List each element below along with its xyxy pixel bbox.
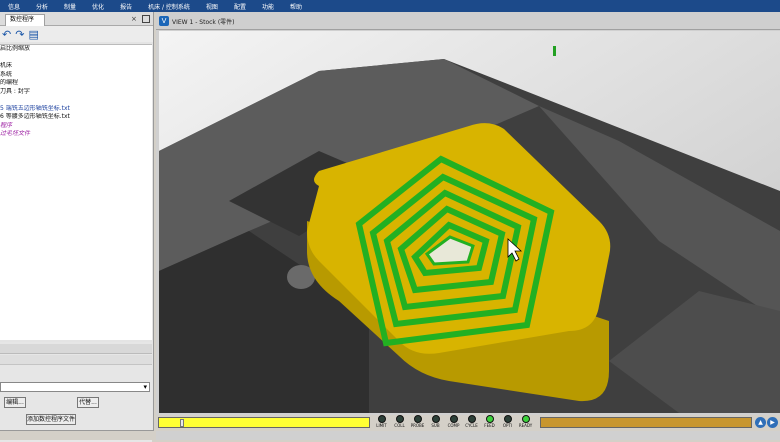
edit-button[interactable]: 编辑...	[4, 397, 26, 408]
rewind-icon[interactable]: ▲	[755, 417, 766, 428]
tree-item-program[interactable]: 程序	[0, 122, 152, 131]
tree-item[interactable]: 机床	[0, 62, 152, 71]
tab-nc-program[interactable]: 数控程序	[5, 14, 45, 26]
chevron-down-icon[interactable]: ▾	[143, 384, 147, 391]
led-feed: FEED	[482, 415, 497, 429]
tree-item[interactable]: 系统	[0, 71, 152, 80]
menu-item-help[interactable]: 帮助	[282, 2, 310, 11]
property-row	[0, 344, 152, 354]
led-coll: COLL	[392, 415, 407, 429]
property-row	[0, 355, 152, 365]
tree-item[interactable]: 的编程	[0, 79, 152, 88]
status-led-group: LIMIT COLL PROBE SUB COMP CYCLE FEED OPT…	[374, 415, 533, 429]
replace-button[interactable]: 代替...	[77, 397, 99, 408]
view-header: V VIEW 1 - Stock (零件)	[156, 12, 780, 30]
led-probe: PROBE	[410, 415, 425, 429]
play-icon[interactable]: ▶	[767, 417, 778, 428]
menu-item-config[interactable]: 配置	[226, 2, 254, 11]
left-toolbar: ↶ ↷ ▤	[0, 26, 153, 42]
program-dropdown[interactable]: ▾	[0, 382, 150, 392]
tree-item-nc-file-pentagon[interactable]: 5 端铣五边形轴铣坐标.txt	[0, 105, 152, 114]
add-nc-program-button[interactable]: 添加数控程序文件	[26, 414, 76, 425]
tree-item[interactable]: 启比例缩放	[0, 45, 152, 54]
left-tab-bar: 数控程序 ×	[0, 12, 153, 26]
menu-item-measure[interactable]: 制量	[56, 2, 84, 11]
menu-item-function[interactable]: 功能	[254, 2, 282, 11]
green-marker	[553, 46, 556, 56]
menu-item-report[interactable]: 报告	[112, 2, 140, 11]
led-limit: LIMIT	[374, 415, 389, 429]
menu-item-optimize[interactable]: 优化	[84, 2, 112, 11]
menu-item-analysis[interactable]: 分析	[28, 2, 56, 11]
menu-item-machine-control[interactable]: 机床 / 控制系统	[140, 2, 198, 11]
view-title: VIEW 1 - Stock (零件)	[172, 19, 235, 26]
menu-item-view[interactable]: 视图	[198, 2, 226, 11]
left-bottom-panel: ▾ 编辑... 代替... 添加数控程序文件	[0, 342, 152, 442]
tree-item-stock-file[interactable]: 过毛坯文件	[0, 130, 152, 139]
left-status-strip	[0, 430, 154, 440]
led-sub: SUB	[428, 415, 443, 429]
simulation-canvas[interactable]	[159, 31, 780, 413]
project-tree: 启比例缩放 机床 系统 的编程 刀具 : 封字 5 端铣五边形轴铣坐标.txt …	[0, 44, 152, 340]
status-bar: LIMIT COLL PROBE SUB COMP CYCLE FEED OPT…	[156, 415, 780, 431]
led-comp: COMP	[446, 415, 461, 429]
menu-item-info[interactable]: 信息	[0, 2, 28, 11]
tree-item[interactable]	[0, 96, 152, 105]
progress-bar	[540, 417, 752, 428]
view-window: V VIEW 1 - Stock (零件) LIMIT COLL PROBE S…	[156, 12, 780, 440]
tree-item[interactable]: 刀具 : 封字	[0, 88, 152, 97]
close-icon[interactable]: ×	[131, 15, 139, 23]
led-opti: OPTI	[500, 415, 515, 429]
undo-icon[interactable]: ↶	[2, 28, 11, 41]
slider-handle[interactable]	[179, 419, 184, 427]
tree-item-nc-file-polygon[interactable]: 6 等腰多边形轴铣坐标.txt	[0, 113, 152, 122]
led-cycle: CYCLE	[464, 415, 479, 429]
open-file-icon[interactable]: ▤	[28, 28, 38, 41]
menu-bar: 信息 分析 制量 优化 报告 机床 / 控制系统 视图 配置 功能 帮助	[0, 0, 780, 12]
redo-icon[interactable]: ↷	[15, 28, 24, 41]
vericut-logo-icon: V	[159, 16, 169, 26]
maximize-icon[interactable]	[142, 15, 150, 23]
simulation-slider[interactable]	[158, 417, 370, 428]
led-ready: READY	[518, 415, 533, 429]
tree-item[interactable]	[0, 54, 152, 63]
left-panel: 数控程序 × ↶ ↷ ▤ 启比例缩放 机床 系统 的编程 刀具 : 封字 5 端…	[0, 12, 154, 442]
